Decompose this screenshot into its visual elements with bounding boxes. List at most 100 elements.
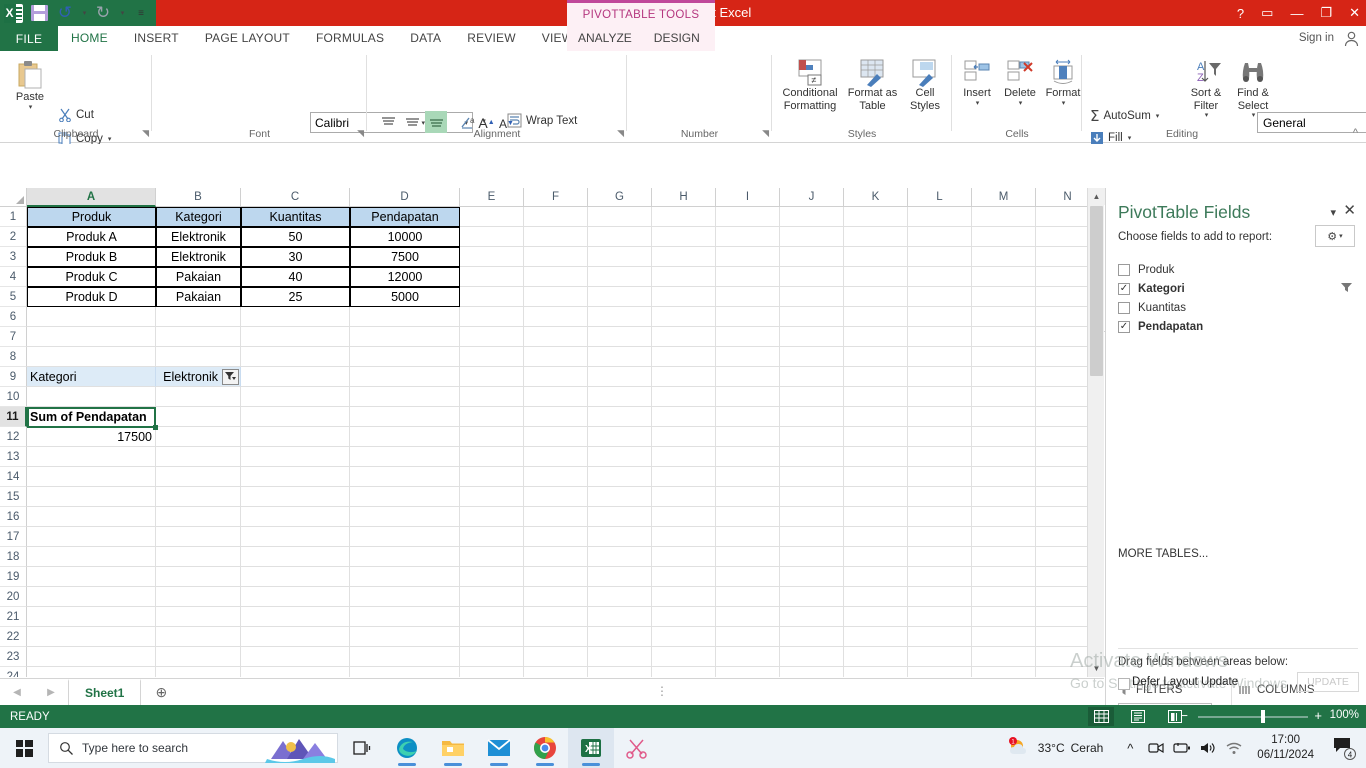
cell-E18[interactable]	[460, 547, 524, 567]
cell-I11[interactable]	[716, 407, 780, 427]
cell-L19[interactable]	[908, 567, 972, 587]
cell-B23[interactable]	[156, 647, 241, 667]
cell-F13[interactable]	[524, 447, 588, 467]
cell-K19[interactable]	[844, 567, 908, 587]
cell-C15[interactable]	[241, 487, 350, 507]
cell-F4[interactable]	[524, 267, 588, 287]
cell-J20[interactable]	[780, 587, 844, 607]
taskbar-clock[interactable]: 17:00 06/11/2024	[1247, 733, 1324, 763]
cell-M24[interactable]	[972, 667, 1036, 677]
sort-filter-button[interactable]: AZ Sort & Filter ▾	[1184, 59, 1228, 120]
customize-qat-icon[interactable]: ≡	[128, 0, 154, 26]
cell-A22[interactable]	[27, 627, 156, 647]
cell-C2[interactable]: 50	[241, 227, 350, 247]
cell-J6[interactable]	[780, 307, 844, 327]
cell-B12[interactable]	[156, 427, 241, 447]
taskbar-snipping-tool-button[interactable]	[614, 728, 660, 768]
taskbar-chrome-button[interactable]	[522, 728, 568, 768]
cell-J10[interactable]	[780, 387, 844, 407]
row-header-20[interactable]: 20	[0, 587, 27, 607]
cell-F5[interactable]	[524, 287, 588, 307]
cell-C19[interactable]	[241, 567, 350, 587]
cell-M14[interactable]	[972, 467, 1036, 487]
cell-F16[interactable]	[524, 507, 588, 527]
normal-view-icon[interactable]	[1088, 707, 1114, 726]
fields-tools-button[interactable]: ⚙ ▾	[1315, 225, 1355, 247]
collapse-ribbon-icon[interactable]: ^	[1353, 127, 1358, 139]
row-header-3[interactable]: 3	[0, 247, 27, 267]
cell-L16[interactable]	[908, 507, 972, 527]
undo-dropdown-icon[interactable]: ▾	[78, 0, 90, 26]
tab-review[interactable]: REVIEW	[454, 26, 529, 51]
cell-G2[interactable]	[588, 227, 652, 247]
row-header-1[interactable]: 1	[0, 207, 27, 227]
cell-C18[interactable]	[241, 547, 350, 567]
cell-G8[interactable]	[588, 347, 652, 367]
cell-B2[interactable]: Elektronik	[156, 227, 241, 247]
cell-G23[interactable]	[588, 647, 652, 667]
cell-I13[interactable]	[716, 447, 780, 467]
zoom-slider-thumb[interactable]	[1261, 710, 1265, 723]
cell-M6[interactable]	[972, 307, 1036, 327]
row-header-17[interactable]: 17	[0, 527, 27, 547]
cell-L9[interactable]	[908, 367, 972, 387]
ribbon-display-options-button[interactable]: ▭	[1261, 5, 1273, 21]
cell-C3[interactable]: 30	[241, 247, 350, 267]
cell-E11[interactable]	[460, 407, 524, 427]
cell-E3[interactable]	[460, 247, 524, 267]
cell-styles-button[interactable]: Cell Styles	[902, 59, 948, 112]
cell-E1[interactable]	[460, 207, 524, 227]
row-header-4[interactable]: 4	[0, 267, 27, 287]
cell-D10[interactable]	[350, 387, 460, 407]
cell-F19[interactable]	[524, 567, 588, 587]
cell-E24[interactable]	[460, 667, 524, 677]
taskbar-search-box[interactable]: Type here to search	[48, 733, 338, 763]
cut-button[interactable]: Cut	[58, 108, 94, 122]
cell-G10[interactable]	[588, 387, 652, 407]
cell-H11[interactable]	[652, 407, 716, 427]
cell-B19[interactable]	[156, 567, 241, 587]
defer-layout-update-checkbox[interactable]	[1118, 678, 1130, 690]
cell-A2[interactable]: Produk A	[27, 227, 156, 247]
cell-M17[interactable]	[972, 527, 1036, 547]
zoom-slider[interactable]	[1198, 716, 1308, 718]
cell-H14[interactable]	[652, 467, 716, 487]
format-dropdown-icon[interactable]: ▾	[1062, 100, 1066, 108]
cell-J24[interactable]	[780, 667, 844, 677]
cell-H9[interactable]	[652, 367, 716, 387]
cell-E14[interactable]	[460, 467, 524, 487]
cell-J1[interactable]	[780, 207, 844, 227]
cell-K15[interactable]	[844, 487, 908, 507]
taskbar-weather-widget[interactable]: 1 33°C Cerah	[1008, 737, 1118, 759]
cell-K4[interactable]	[844, 267, 908, 287]
cell-L7[interactable]	[908, 327, 972, 347]
battery-icon[interactable]	[1169, 728, 1195, 768]
tab-analyze[interactable]: ANALYZE	[567, 26, 643, 51]
cell-C20[interactable]	[241, 587, 350, 607]
cell-K2[interactable]	[844, 227, 908, 247]
cell-D16[interactable]	[350, 507, 460, 527]
cell-H24[interactable]	[652, 667, 716, 677]
cell-F9[interactable]	[524, 367, 588, 387]
field-item-produk[interactable]: Produk	[1118, 260, 1356, 279]
row-header-9[interactable]: 9	[0, 367, 27, 387]
orientation-dropdown-icon[interactable]: ▾	[479, 114, 489, 128]
cell-B16[interactable]	[156, 507, 241, 527]
cell-C8[interactable]	[241, 347, 350, 367]
row-header-10[interactable]: 10	[0, 387, 27, 407]
cell-D1[interactable]: Pendapatan	[350, 207, 460, 227]
cell-I10[interactable]	[716, 387, 780, 407]
redo-dropdown-icon[interactable]: ▾	[116, 0, 128, 26]
cell-J9[interactable]	[780, 367, 844, 387]
cell-F17[interactable]	[524, 527, 588, 547]
cell-B20[interactable]	[156, 587, 241, 607]
cell-J3[interactable]	[780, 247, 844, 267]
cell-F15[interactable]	[524, 487, 588, 507]
cell-E4[interactable]	[460, 267, 524, 287]
cell-I2[interactable]	[716, 227, 780, 247]
cell-D23[interactable]	[350, 647, 460, 667]
paste-button[interactable]: Paste ▾	[6, 59, 54, 112]
cell-M12[interactable]	[972, 427, 1036, 447]
cell-H2[interactable]	[652, 227, 716, 247]
field-checkbox-kategori[interactable]: ✓	[1118, 282, 1130, 295]
